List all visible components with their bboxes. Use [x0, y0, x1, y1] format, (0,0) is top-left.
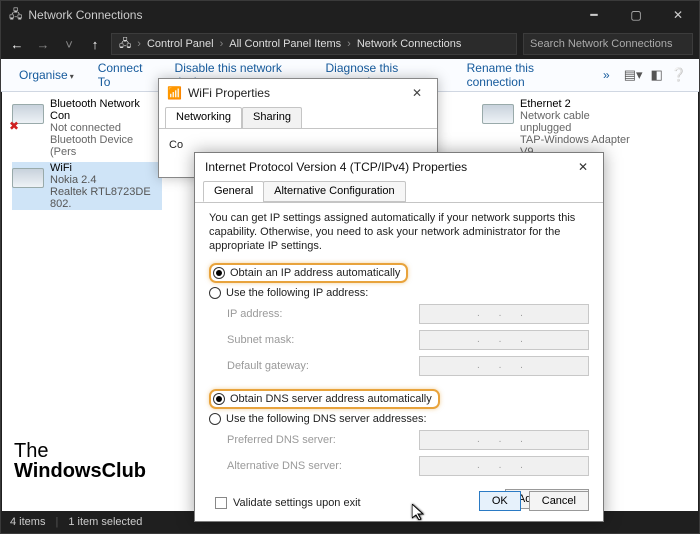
- window-title: Network Connections: [28, 8, 142, 22]
- connect-using-label: Co: [159, 129, 437, 151]
- organise-menu[interactable]: Organise▾: [9, 64, 84, 86]
- radio-use-following-ip[interactable]: Use the following IP address:: [209, 285, 589, 301]
- connection-status: Network cable unplugged: [520, 110, 632, 134]
- ok-button[interactable]: OK: [479, 491, 521, 511]
- label-mask: Subnet mask:: [227, 334, 294, 346]
- breadcrumb[interactable]: Network Connections: [354, 38, 465, 50]
- status-selected: 1 item selected: [68, 516, 142, 528]
- radio-icon: [213, 267, 225, 279]
- addr-root-icon: 🖧: [116, 35, 134, 54]
- back-icon[interactable]: ←: [7, 37, 27, 52]
- connect-to-button[interactable]: Connect To: [88, 57, 161, 93]
- connection-ethernet[interactable]: Ethernet 2 Network cable unplugged TAP-W…: [482, 98, 632, 158]
- network-icon: 🖧: [9, 5, 22, 26]
- connection-wifi[interactable]: WiFi Nokia 2.4 Realtek RTL8723DE 802.: [12, 162, 162, 210]
- label-pref-dns: Preferred DNS server:: [227, 434, 336, 446]
- breadcrumb[interactable]: Control Panel: [144, 38, 217, 50]
- radio-icon: [213, 393, 225, 405]
- tab-networking[interactable]: Networking: [165, 107, 242, 128]
- label-gw: Default gateway:: [227, 360, 309, 372]
- dialog-title: Internet Protocol Version 4 (TCP/IPv4) P…: [205, 160, 467, 174]
- preferred-dns-field: . . .: [419, 430, 589, 450]
- radio-obtain-ip-auto[interactable]: Obtain an IP address automatically: [209, 261, 589, 285]
- tab-alternative-config[interactable]: Alternative Configuration: [263, 181, 405, 202]
- close-button[interactable]: ✕: [657, 1, 699, 29]
- dialog-title: WiFi Properties: [188, 86, 270, 100]
- adapter-icon: [12, 162, 44, 194]
- ipv4-properties-dialog: Internet Protocol Version 4 (TCP/IPv4) P…: [194, 152, 604, 522]
- address-row: ← → ˅ ↑ 🖧 › Control Panel › All Control …: [1, 29, 699, 59]
- help-icon[interactable]: ❔: [671, 67, 687, 83]
- connection-name: WiFi: [50, 162, 162, 174]
- radio-use-following-dns[interactable]: Use the following DNS server addresses:: [209, 411, 589, 427]
- tab-general[interactable]: General: [203, 181, 264, 202]
- intro-text: You can get IP settings assigned automat…: [209, 211, 589, 253]
- more-button[interactable]: »: [593, 64, 620, 86]
- connection-device: Bluetooth Device (Pers: [50, 134, 162, 158]
- wifi-icon: 📶: [167, 86, 182, 100]
- search-input[interactable]: Search Network Connections: [523, 33, 693, 55]
- checkbox-icon: [215, 497, 227, 509]
- watermark: The WindowsClub: [14, 441, 146, 481]
- close-button[interactable]: ✕: [563, 153, 603, 181]
- label-alt-dns: Alternative DNS server:: [227, 460, 342, 472]
- validate-checkbox[interactable]: Validate settings upon exit: [209, 489, 361, 509]
- ip-address-field: . . .: [419, 304, 589, 324]
- up-icon[interactable]: ↑: [85, 37, 105, 52]
- connection-name: Ethernet 2: [520, 98, 632, 110]
- status-items: 4 items: [10, 516, 45, 528]
- default-gateway-field: . . .: [419, 356, 589, 376]
- adapter-icon: [482, 98, 514, 130]
- dialog-titlebar[interactable]: 📶 WiFi Properties ✕: [159, 79, 437, 107]
- subnet-mask-field: . . .: [419, 330, 589, 350]
- connection-device: Realtek RTL8723DE 802.: [50, 186, 162, 210]
- radio-icon: [209, 287, 221, 299]
- radio-icon: [209, 413, 221, 425]
- tab-sharing[interactable]: Sharing: [242, 107, 302, 128]
- window-titlebar: 🖧 Network Connections ━ ▢ ✕: [1, 1, 699, 29]
- error-icon: ✖: [9, 119, 19, 133]
- recent-icon[interactable]: ˅: [59, 37, 79, 52]
- label-ip: IP address:: [227, 308, 282, 320]
- adapter-icon: ✖: [12, 98, 44, 130]
- close-button[interactable]: ✕: [397, 79, 437, 107]
- rename-button[interactable]: Rename this connection: [457, 57, 589, 93]
- breadcrumb[interactable]: All Control Panel Items: [226, 38, 344, 50]
- radio-obtain-dns-auto[interactable]: Obtain DNS server address automatically: [209, 387, 589, 411]
- connection-name: Bluetooth Network Con: [50, 98, 162, 122]
- connection-status: Not connected: [50, 122, 162, 134]
- alternative-dns-field: . . .: [419, 456, 589, 476]
- preview-pane-icon[interactable]: ◧: [651, 67, 663, 83]
- forward-icon[interactable]: →: [33, 37, 53, 52]
- maximize-button[interactable]: ▢: [615, 1, 657, 29]
- cancel-button[interactable]: Cancel: [529, 491, 589, 511]
- connection-bluetooth[interactable]: ✖ Bluetooth Network Con Not connected Bl…: [12, 98, 162, 158]
- minimize-button[interactable]: ━: [573, 1, 615, 29]
- view-options-icon[interactable]: ▤▾: [624, 67, 643, 83]
- dialog-titlebar[interactable]: Internet Protocol Version 4 (TCP/IPv4) P…: [195, 153, 603, 181]
- address-bar[interactable]: 🖧 › Control Panel › All Control Panel It…: [111, 33, 517, 55]
- connection-status: Nokia 2.4: [50, 174, 162, 186]
